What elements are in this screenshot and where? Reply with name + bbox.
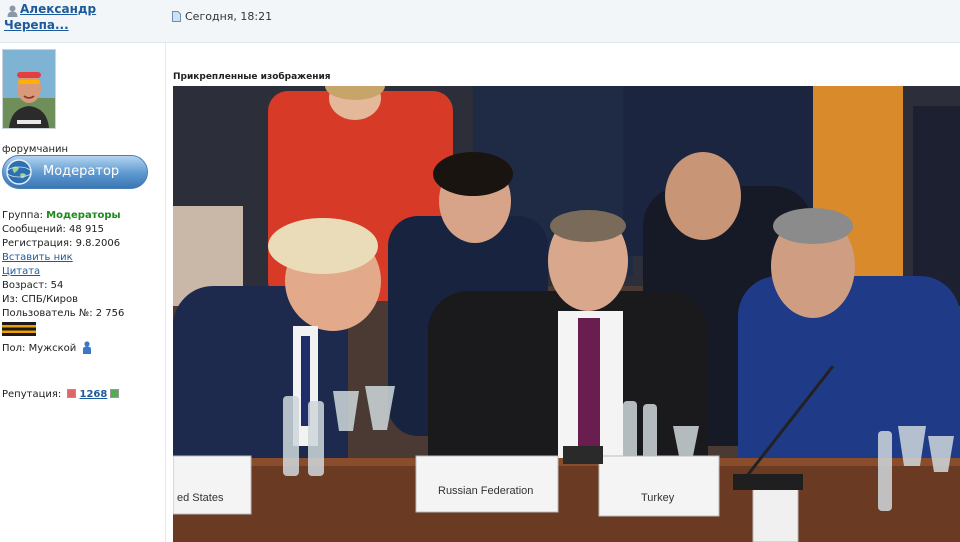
user-number: Пользователь №: 2 756 bbox=[2, 308, 125, 319]
nameplate-russian-federation: Russian Federation bbox=[415, 455, 559, 513]
author-name-link[interactable]: Александр Черепа... bbox=[4, 1, 154, 33]
nameplate-turkey: Turkey bbox=[598, 455, 720, 517]
age: Возраст: 54 bbox=[2, 280, 64, 291]
nameplate-label: Russian Federation bbox=[438, 485, 533, 497]
nameplate-label: Turkey bbox=[641, 492, 675, 504]
group-value: Модераторы bbox=[46, 210, 121, 221]
nameplate-label: ed States bbox=[177, 492, 224, 504]
reputation: Репутация: 1268 bbox=[2, 389, 122, 400]
attachments-title: Прикрепленные изображения bbox=[173, 72, 331, 82]
ribbon-icon bbox=[2, 322, 36, 341]
reputation-label: Репутация: bbox=[2, 389, 62, 400]
post-date: Сегодня, 18:21 bbox=[172, 10, 272, 25]
location: Из: СПБ/Киров bbox=[2, 294, 79, 305]
gender-text: Пол: Мужской bbox=[2, 343, 77, 354]
registration-date: Регистрация: 9.8.2006 bbox=[2, 238, 121, 249]
reputation-minus-icon[interactable] bbox=[67, 389, 77, 398]
attached-photo: ed States Russian Federation Turkey bbox=[173, 86, 960, 542]
rank-title: форумчанин bbox=[2, 144, 69, 155]
user-sidebar: форумчанин Модератор Группа: Модераторы … bbox=[0, 43, 166, 542]
post-header: Александр Черепа... Сегодня, 18:21 bbox=[0, 0, 960, 43]
post-date-text: Сегодня, 18:21 bbox=[185, 10, 273, 23]
insert-nick-link[interactable]: Вставить ник bbox=[2, 251, 162, 265]
ribbon-row bbox=[2, 321, 162, 341]
globe-icon bbox=[6, 159, 32, 188]
messages-count: Сообщений: 48 915 bbox=[2, 224, 105, 235]
group-row: Группа: Модераторы bbox=[2, 209, 162, 223]
gender-icon bbox=[82, 341, 92, 359]
reputation-plus-icon[interactable] bbox=[110, 389, 120, 398]
attached-image[interactable]: ed States Russian Federation Turkey bbox=[173, 86, 960, 542]
quote-link[interactable]: Цитата bbox=[2, 265, 162, 279]
avatar[interactable] bbox=[2, 49, 56, 129]
user-info: Группа: Модераторы Сообщений: 48 915 Рег… bbox=[2, 209, 162, 355]
moderator-badge: Модератор bbox=[2, 155, 148, 189]
nameplate-united-states: ed States bbox=[173, 455, 252, 515]
document-icon bbox=[172, 11, 181, 25]
reputation-value[interactable]: 1268 bbox=[79, 389, 107, 400]
moderator-badge-label: Модератор bbox=[43, 164, 120, 179]
group-label: Группа: bbox=[2, 210, 43, 221]
gender-row: Пол: Мужской bbox=[2, 341, 162, 355]
